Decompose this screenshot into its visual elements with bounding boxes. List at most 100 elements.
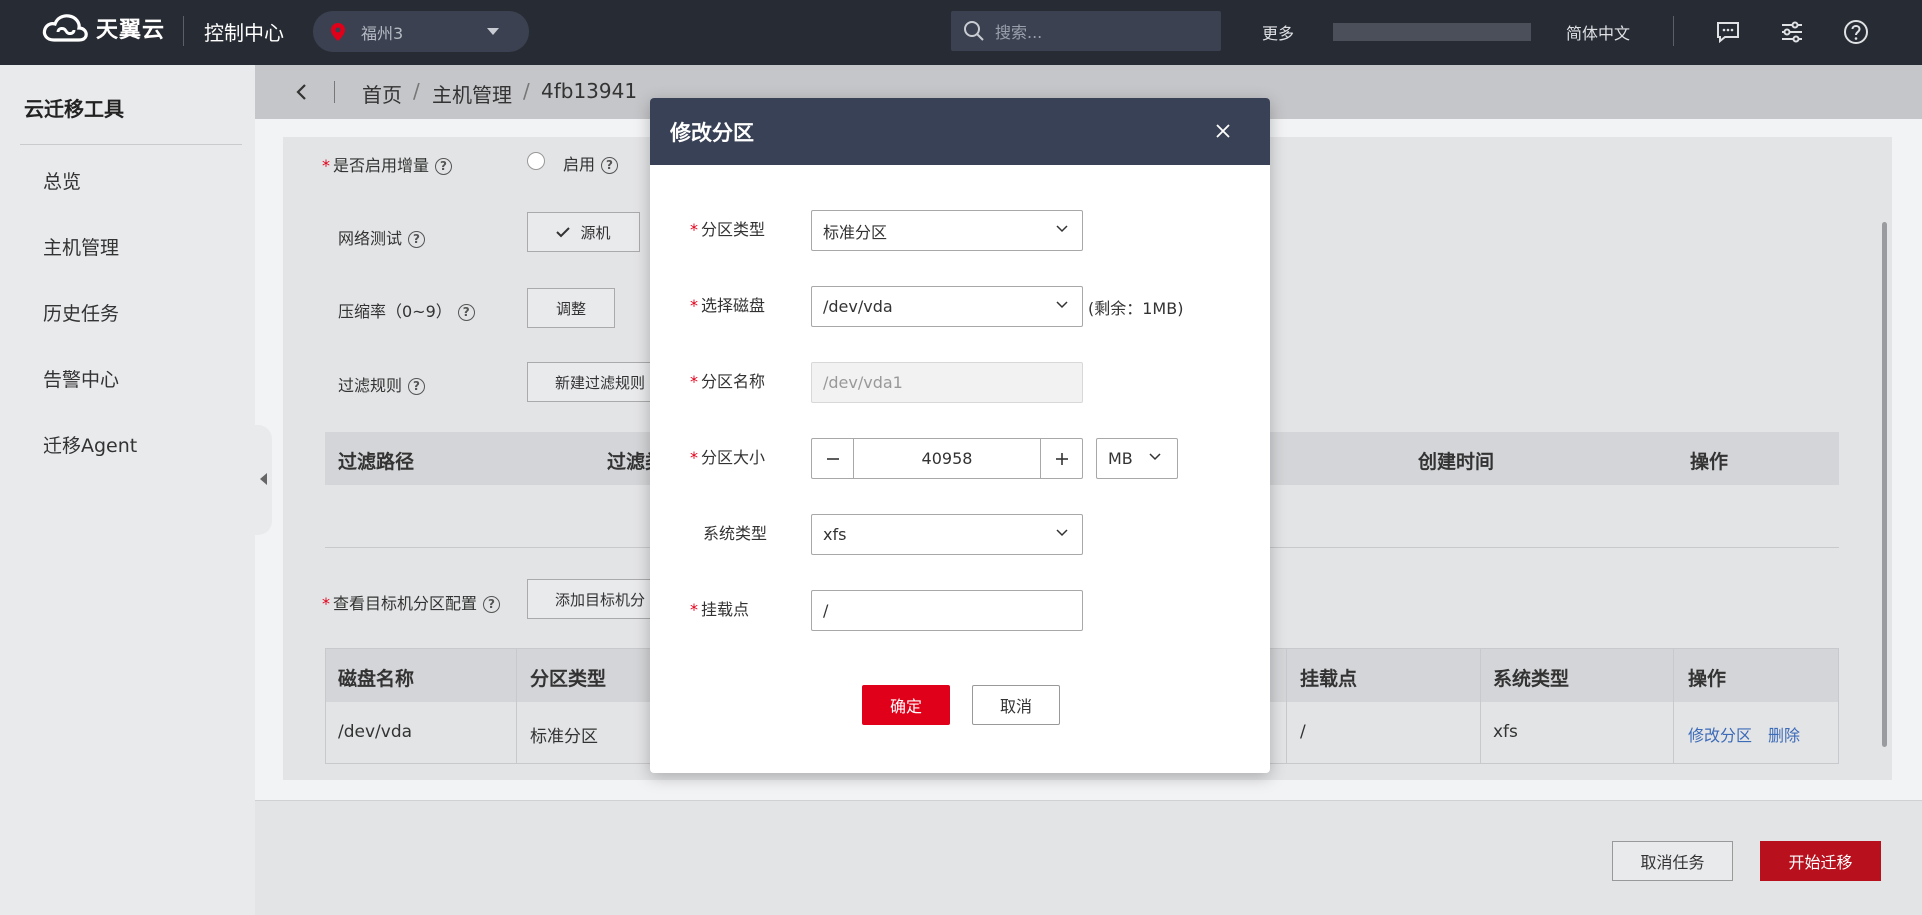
confirm-button[interactable]: 确定 [862,685,950,725]
start-migration-button[interactable]: 开始迁移 [1760,841,1881,881]
filter-rules-label: 过滤规则? [338,372,426,396]
cell-fs: xfs [1493,722,1518,742]
size-unit-select[interactable]: MB [1096,438,1178,479]
question-icon[interactable]: ? [408,231,426,248]
column-header: 操作 [1688,668,1727,690]
top-navigation-bar: 天翼云 控制中心 福州3 搜索... 更多 简体中文 [0,0,1922,65]
minus-icon [826,457,839,460]
incremental-radio[interactable] [527,152,545,170]
partition-name-label: * 分区名称 [690,372,766,391]
cell-mount: / [1300,722,1306,742]
dialog-title: 修改分区 [670,121,754,145]
question-icon[interactable]: ? [435,158,453,175]
divider [183,16,184,46]
chevron-down-icon [1056,301,1068,309]
message-icon[interactable] [1715,19,1741,45]
location-pin-icon [331,22,345,41]
fs-type-label: 系统类型 [703,524,768,543]
dialog-header: 修改分区 [650,98,1270,165]
question-icon[interactable]: ? [457,304,475,321]
breadcrumb-current: 4fb13941 [541,79,638,103]
cancel-button[interactable]: 取消 [972,685,1060,725]
chevron-down-icon [1056,225,1068,233]
column-header: 磁盘名称 [338,668,415,690]
network-test-label: 网络测试? [338,225,426,249]
compress-label: 压缩率（0~9）? [338,298,475,322]
check-icon [556,227,571,238]
column-header: 挂载点 [1300,668,1358,690]
more-menu[interactable]: 更多 [1262,20,1294,44]
cancel-task-button[interactable]: 取消任务 [1612,841,1733,881]
partition-config-label: * 查看目标机分区配置? [322,590,501,614]
partition-name-input: /dev/vda1 [811,362,1083,403]
mount-point-label: * 挂载点 [690,600,750,619]
cloud-logo-icon [42,14,88,42]
divider [1673,649,1674,763]
decrement-button[interactable] [812,439,853,478]
edit-partition-dialog: 修改分区 * 分区类型 标准分区 * 选择磁盘 /dev/vda (剩余：1MB) … [650,98,1270,773]
settings-sliders-icon[interactable] [1779,19,1805,45]
partition-type-label: * 分区类型 [690,220,766,239]
compress-adjust-button[interactable]: 调整 [527,288,615,328]
caret-down-icon [487,28,499,35]
question-icon[interactable]: ? [601,157,619,174]
question-icon[interactable]: ? [408,378,426,395]
column-header: 操作 [1690,451,1729,473]
chevron-down-icon [1149,453,1161,461]
region-name: 福州3 [361,23,404,43]
incremental-option: 启用? [563,151,619,175]
search-icon [964,21,984,41]
network-source-button[interactable]: 源机 [527,212,640,252]
partition-size-stepper: 40958 [811,438,1083,479]
new-filter-button[interactable]: 新建过滤规则 [527,362,667,402]
breadcrumb-hosts[interactable]: 主机管理 [432,79,512,108]
partition-type-select[interactable]: 标准分区 [811,210,1083,251]
sidebar-item-hosts[interactable]: 主机管理 [43,233,119,260]
divider [516,649,517,763]
cell-type: 标准分区 [530,727,598,747]
chevron-down-icon [1056,529,1068,537]
divider [20,144,242,145]
back-arrow-icon[interactable] [295,83,307,101]
partition-size-input[interactable]: 40958 [853,439,1041,478]
breadcrumb-home[interactable]: 首页 [362,79,402,108]
search-box[interactable]: 搜索... [951,11,1221,51]
edit-partition-link[interactable]: 修改分区 [1688,722,1752,746]
incremental-label: * 是否启用增量? [322,152,453,176]
sidebar-item-agent[interactable]: 迁移Agent [43,431,137,458]
column-header: 过滤路径 [338,451,415,473]
plus-icon [1055,452,1068,465]
divider [334,81,335,103]
column-header: 系统类型 [1493,668,1570,690]
close-icon[interactable] [1212,120,1234,142]
disk-label: * 选择磁盘 [690,296,766,315]
scrollbar[interactable] [1882,222,1887,747]
language-selector[interactable]: 简体中文 [1566,20,1630,44]
column-header: 分区类型 [530,668,607,690]
disk-remaining-hint: (剩余：1MB) [1088,299,1184,318]
column-header: 过滤类 [607,451,652,473]
disk-select[interactable]: /dev/vda [811,286,1083,327]
sidebar-collapse-toggle[interactable] [255,425,272,535]
sidebar-item-overview[interactable]: 总览 [43,167,81,194]
increment-button[interactable] [1041,439,1082,478]
logo-text: 天翼云 [96,18,166,43]
help-icon[interactable] [1843,19,1869,45]
divider [1286,649,1287,763]
logo[interactable]: 天翼云 [40,12,165,44]
delete-partition-link[interactable]: 删除 [1768,722,1800,746]
breadcrumb-separator: / [413,79,420,103]
mount-point-input[interactable]: / [811,590,1083,631]
divider [1673,16,1674,46]
account-info[interactable] [1333,23,1531,41]
search-placeholder: 搜索... [995,23,1043,42]
add-partition-button[interactable]: 添加目标机分 [527,579,667,619]
sidebar-item-history[interactable]: 历史任务 [43,299,119,326]
question-icon[interactable]: ? [483,596,501,613]
fs-type-select[interactable]: xfs [811,514,1083,555]
divider [1480,649,1481,763]
sidebar-item-alerts[interactable]: 告警中心 [43,365,119,392]
sidebar-title: 云迁移工具 [24,97,124,121]
region-selector[interactable]: 福州3 [313,11,529,52]
console-link[interactable]: 控制中心 [204,17,284,46]
